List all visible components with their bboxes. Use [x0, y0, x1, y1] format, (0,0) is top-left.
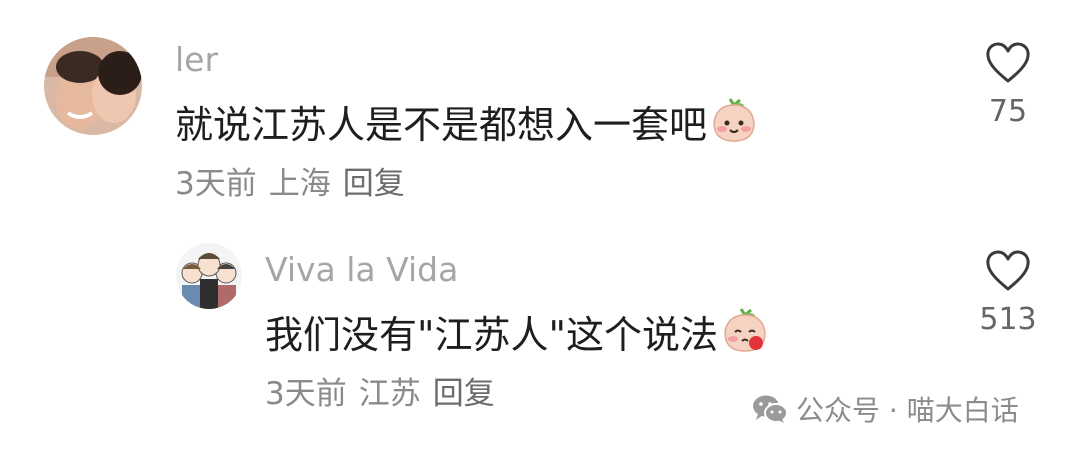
comment-meta: 3天前 上海 回复: [175, 164, 417, 204]
heart-icon[interactable]: [985, 42, 1031, 84]
avatar[interactable]: [44, 37, 142, 135]
reply-button[interactable]: 回复: [343, 166, 405, 202]
comment-location: 上海: [268, 166, 331, 202]
watermark: 公众号 · 喵大白话: [752, 389, 1019, 429]
reply-time: 3天前: [265, 376, 347, 412]
like-button[interactable]: 75: [968, 42, 1048, 129]
like-button[interactable]: 513: [968, 250, 1048, 337]
reply-username[interactable]: Viva la Vida: [265, 250, 458, 290]
like-count: 75: [988, 94, 1028, 129]
comment-text: 就说江苏人是不是都想入一套吧: [175, 97, 759, 153]
comment-item: ler 就说江苏人是不是都想入一套吧 3天前 上海 回复 75: [0, 0, 1080, 230]
reply-meta: 3天前 江苏 回复: [265, 374, 507, 414]
heart-icon[interactable]: [985, 250, 1031, 292]
comment-time: 3天前: [175, 166, 257, 202]
avatar[interactable]: [176, 243, 242, 309]
like-count: 513: [979, 302, 1037, 337]
reply-location: 江苏: [358, 376, 421, 412]
peach-smile-emoji-icon: [709, 97, 759, 153]
comment-username[interactable]: ler: [175, 40, 218, 80]
reply-text: 我们没有"江苏人"这个说法: [265, 307, 770, 363]
wechat-icon: [753, 395, 788, 423]
watermark-text: 公众号 · 喵大白话: [796, 394, 1019, 427]
peach-blush-emoji-icon: [720, 307, 770, 363]
comment-section: ler 就说江苏人是不是都想入一套吧 3天前 上海 回复 75 Viva la …: [0, 0, 1080, 450]
comment-text-content: 就说江苏人是不是都想入一套吧: [175, 103, 708, 147]
couple-photo-avatar-icon: [44, 37, 142, 135]
reply-button[interactable]: 回复: [433, 376, 495, 412]
cartoon-group-avatar-icon: [176, 243, 242, 309]
reply-text-content: 我们没有"江苏人"这个说法: [265, 313, 718, 357]
